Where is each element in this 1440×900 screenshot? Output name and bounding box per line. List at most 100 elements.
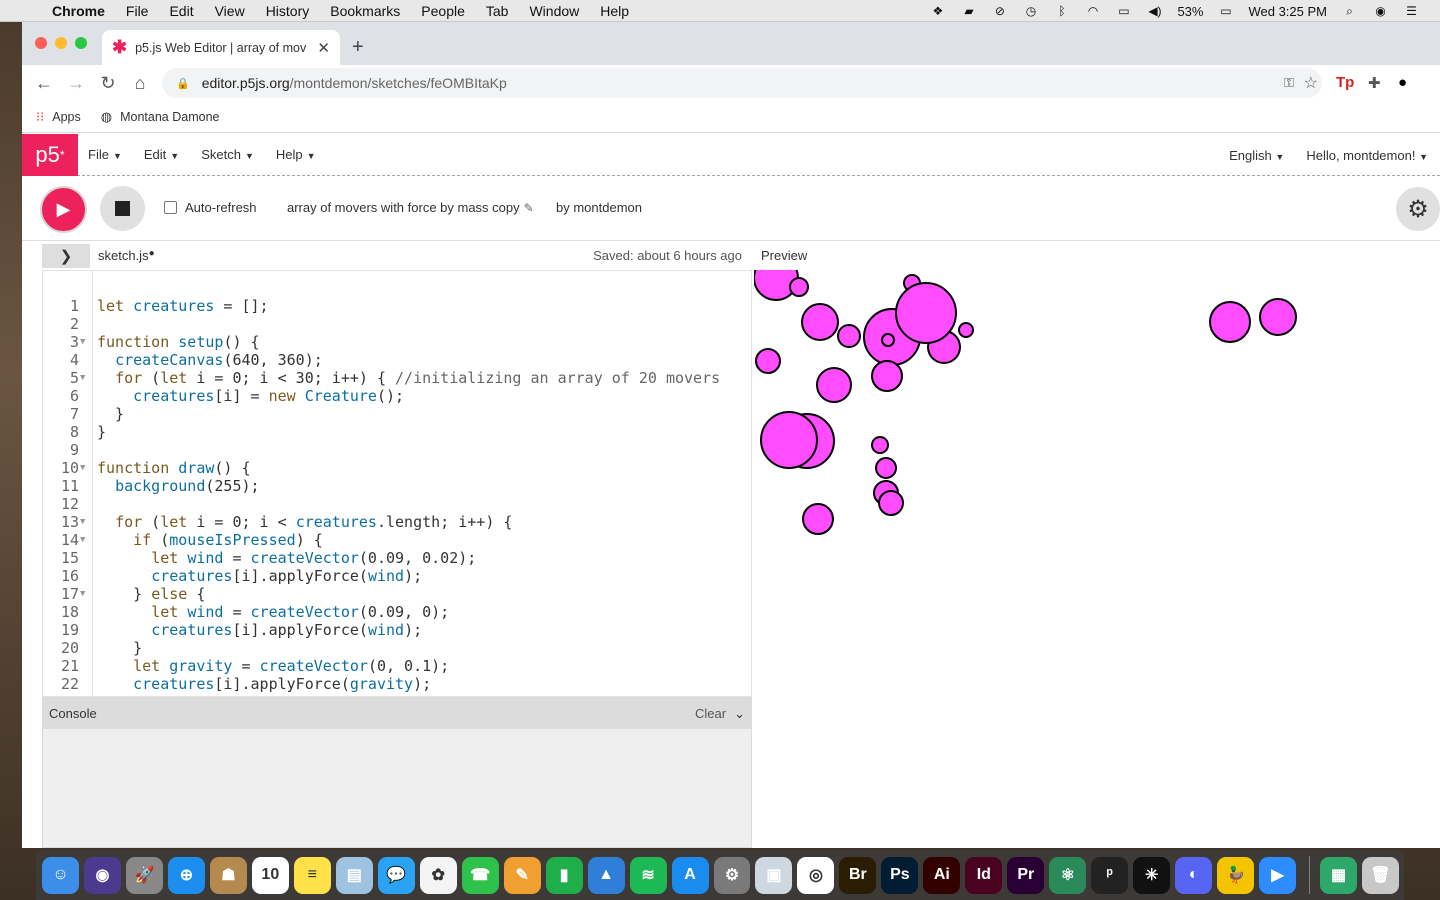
menu-tab[interactable]: Tab <box>486 3 509 19</box>
fold-arrow-icon[interactable]: ▼ <box>80 369 85 387</box>
p5-logo[interactable]: p5 * <box>22 133 78 176</box>
sketch-name[interactable]: array of movers with force by mass copy ✎ <box>287 200 534 215</box>
dock-system-preferences-icon[interactable]: ⚙ <box>713 856 751 894</box>
dock-discord-icon[interactable]: ◐ <box>1175 856 1213 894</box>
display-icon[interactable]: ▰ <box>960 4 977 18</box>
code-line[interactable]: 9 <box>43 441 751 459</box>
code-line[interactable]: 18 let wind = createVector(0.09, 0); <box>43 603 751 621</box>
code-line[interactable]: 19 creatures[i].applyForce(wind); <box>43 621 751 639</box>
fold-arrow-icon[interactable]: ▼ <box>80 531 85 549</box>
chevron-down-icon[interactable]: ⌄ <box>734 706 745 722</box>
user-menu[interactable]: Hello, montdemon! ▼ <box>1306 148 1428 163</box>
new-tab-icon[interactable]: + <box>352 36 364 59</box>
battery-percent[interactable]: 53% <box>1177 4 1203 19</box>
dock-documents-icon[interactable]: ▦ <box>1320 856 1358 894</box>
dock-keynote-icon[interactable]: ▲ <box>587 856 625 894</box>
stop-button[interactable] <box>100 186 145 231</box>
code-line[interactable]: 21 let gravity = createVector(0, 0.1); <box>43 657 751 675</box>
wifi-icon[interactable]: ◠ <box>1084 4 1101 18</box>
dock-premiere-icon[interactable]: Pr <box>1007 856 1045 894</box>
back-arrow-icon[interactable]: ← <box>34 73 54 94</box>
reload-icon[interactable]: ↻ <box>98 73 118 94</box>
auto-refresh-checkbox[interactable] <box>164 201 177 214</box>
address-bar[interactable]: 🔒 editor.p5js.org/montdemon/sketches/feO… <box>162 68 1322 98</box>
dock-pages-icon[interactable]: ✎ <box>503 856 541 894</box>
pencil-edit-icon[interactable]: ✎ <box>524 201 534 215</box>
sketch-preview-canvas[interactable] <box>754 270 1397 630</box>
dock-indesign-icon[interactable]: Id <box>965 856 1003 894</box>
code-line[interactable]: 15 let wind = createVector(0.09, 0.02); <box>43 549 751 567</box>
menu-window[interactable]: Window <box>529 3 579 19</box>
minimize-window-button[interactable] <box>55 37 67 49</box>
code-line[interactable]: 8} <box>43 423 751 441</box>
menu-file[interactable]: File <box>126 3 149 19</box>
maximize-window-button[interactable] <box>75 37 87 49</box>
bookmark-apps[interactable]: ⁝⁝ Apps <box>36 109 81 125</box>
bookmark-star-icon[interactable]: ☆ <box>1304 73 1318 93</box>
play-button[interactable]: ▶ <box>40 186 87 233</box>
dock-calendar-icon[interactable]: 10 <box>251 856 289 894</box>
code-line[interactable]: 1 let creatures = []; <box>43 297 751 315</box>
notification-center-icon[interactable]: ☰ <box>1403 4 1420 18</box>
dock-contacts-icon[interactable]: ☗ <box>209 856 247 894</box>
code-line[interactable]: 16 creatures[i].applyForce(wind); <box>43 567 751 585</box>
fold-arrow-icon[interactable]: ▼ <box>80 333 85 351</box>
p5-menu-sketch[interactable]: Sketch ▼ <box>201 147 254 162</box>
code-line[interactable]: 14 ▼ if (mouseIsPressed) { <box>43 531 751 549</box>
home-icon[interactable]: ⌂ <box>130 73 150 94</box>
lock-icon[interactable]: 🔒 <box>176 77 190 90</box>
battery-icon[interactable]: ▭ <box>1217 4 1234 18</box>
dock-photo-viewer-icon[interactable]: ▣ <box>755 856 793 894</box>
dock-p5-icon[interactable]: ᵖ <box>1091 856 1129 894</box>
fold-arrow-icon[interactable]: ▼ <box>80 585 85 603</box>
dock-bridge-icon[interactable]: Br <box>839 856 877 894</box>
code-line[interactable]: 5 ▼ for (let i = 0; i < 30; i++) { //init… <box>43 369 751 387</box>
dock-app-store-icon[interactable]: A <box>671 856 709 894</box>
dock-photoshop-icon[interactable]: Ps <box>881 856 919 894</box>
code-line[interactable]: 11 background(255); <box>43 477 751 495</box>
menu-view[interactable]: View <box>215 3 245 19</box>
dock-preview-icon[interactable]: ▤ <box>335 856 373 894</box>
dock-safari-icon[interactable]: ⊕ <box>167 856 205 894</box>
browser-tab[interactable]: ✱ p5.js Web Editor | array of mov ✕ <box>102 30 340 65</box>
profile-avatar[interactable]: ● <box>1398 74 1407 91</box>
dock-notes-icon[interactable]: ≡ <box>293 856 331 894</box>
do-not-disturb-icon[interactable]: ⊘ <box>991 4 1008 18</box>
code-line[interactable]: 10 ▼ function draw() { <box>43 459 751 477</box>
dock-numbers-icon[interactable]: ▮ <box>545 856 583 894</box>
p5-menu-help[interactable]: Help ▼ <box>276 147 316 162</box>
code-line[interactable]: 13 ▼ for (let i = 0; i < creatures.length… <box>43 513 751 531</box>
sidebar-toggle-button[interactable]: ❯ <box>42 244 90 268</box>
dock-atom-icon[interactable]: ⚛ <box>1049 856 1087 894</box>
code-line[interactable]: 22 creatures[i].applyForce(gravity); <box>43 675 751 693</box>
dock-zoom-icon[interactable]: ▶ <box>1259 856 1297 894</box>
dropbox-icon[interactable]: ❖ <box>929 4 946 18</box>
menu-app-name[interactable]: Chrome <box>52 3 105 19</box>
bluetooth-icon[interactable]: ᛒ <box>1053 4 1070 18</box>
code-editor[interactable]: 1 let creatures = []; 2 3 ▼ function setup() … <box>42 270 752 697</box>
dock-launchpad-icon[interactable]: 🚀 <box>125 856 163 894</box>
settings-gear-icon[interactable]: ⚙ <box>1396 187 1440 231</box>
close-window-button[interactable] <box>35 37 47 49</box>
dock-trash-icon[interactable]: 🗑 <box>1362 856 1399 894</box>
bookmark-montana-damone[interactable]: ◍ Montana Damone <box>101 109 220 125</box>
time-machine-icon[interactable]: ◷ <box>1022 4 1039 18</box>
menu-edit[interactable]: Edit <box>169 3 193 19</box>
p5-menu-edit[interactable]: Edit ▼ <box>144 147 179 162</box>
code-line[interactable]: 12 <box>43 495 751 513</box>
code-line[interactable]: 7 } <box>43 405 751 423</box>
code-line[interactable]: 2 <box>43 315 751 333</box>
dock-messages-icon[interactable]: 💬 <box>377 856 415 894</box>
menu-history[interactable]: History <box>266 3 310 19</box>
forward-arrow-icon[interactable]: → <box>66 73 86 94</box>
dock-finder-icon[interactable]: ☺ <box>42 856 79 894</box>
fold-arrow-icon[interactable]: ▼ <box>80 513 85 531</box>
code-line[interactable]: 17 ▼ } else { <box>43 585 751 603</box>
menu-people[interactable]: People <box>421 3 465 19</box>
spotlight-search-icon[interactable]: ⌕ <box>1341 4 1358 18</box>
dock-chrome-icon[interactable]: ◎ <box>797 856 835 894</box>
dock-facetime-icon[interactable]: ☎ <box>461 856 499 894</box>
language-dropdown[interactable]: English ▼ <box>1229 148 1284 163</box>
console-clear-button[interactable]: Clear <box>695 706 726 721</box>
clock[interactable]: Wed 3:25 PM <box>1248 4 1327 19</box>
